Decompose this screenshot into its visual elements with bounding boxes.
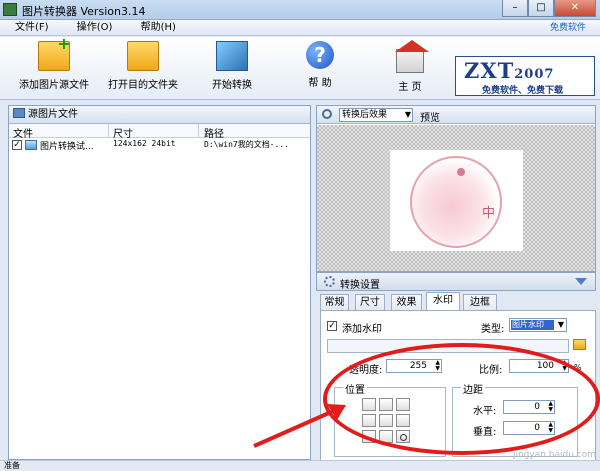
collapse-arrow-icon[interactable]: [575, 278, 587, 285]
help-label: 帮 助: [308, 78, 332, 89]
maximize-button[interactable]: □: [528, 0, 554, 17]
home-button[interactable]: 主 页: [390, 40, 430, 93]
gear-icon: [324, 276, 335, 287]
moon-mark: [457, 168, 465, 176]
add-watermark-checkbox[interactable]: ✓: [327, 321, 337, 331]
tab-border[interactable]: 边框: [463, 294, 497, 311]
row-checkbox[interactable]: ✓: [12, 140, 22, 150]
image-icon: [13, 108, 25, 118]
menu-help[interactable]: 帮助(H): [141, 20, 176, 36]
logo-slogan: 免费软件、免费下载: [482, 86, 564, 96]
start-convert-label: 开始转换: [212, 80, 252, 91]
tab-general[interactable]: 常规: [320, 294, 349, 311]
logo-brand: ZXT: [464, 58, 515, 83]
row-file-path: D:\win7我的文档-...: [204, 140, 289, 149]
tab-watermark[interactable]: 水印: [426, 292, 460, 311]
watermark-type-select[interactable]: 图片水印 ▼: [509, 318, 567, 332]
row-file-size: 124x162 24bit: [113, 139, 176, 148]
app-icon: [3, 3, 17, 16]
minimize-button[interactable]: –: [502, 0, 528, 17]
file-row[interactable]: ✓ 图片转换试... 124x162 24bit D:\win7我的文档-...: [9, 138, 310, 152]
preview-mode-value: 转换后效果: [342, 110, 388, 120]
settings-header[interactable]: 转换设置: [316, 272, 596, 291]
start-convert-button[interactable]: 开始转换: [208, 41, 256, 91]
help-icon: ?: [306, 41, 334, 69]
preview-image: 中: [390, 150, 523, 251]
source-files-panel: 源图片文件 文件 尺寸 路径 ✓ 图片转换试... 124x162 24bit …: [8, 105, 311, 460]
site-watermark: jingyan.baidu.com: [512, 450, 596, 460]
magic-wand-icon: [216, 41, 248, 71]
folder-add-icon: [38, 41, 70, 71]
image-file-icon: [25, 140, 37, 150]
tab-effects[interactable]: 效果: [391, 294, 422, 311]
file-list-header: 文件 尺寸 路径: [9, 124, 310, 140]
chevron-down-icon: ▼: [557, 320, 564, 329]
status-bar: 准备: [0, 460, 600, 471]
preview-mode-select[interactable]: 转换后效果 ▼: [339, 108, 413, 122]
source-files-title: 源图片文件: [28, 109, 78, 120]
preview-label: 预览: [420, 113, 440, 124]
preview-canvas: 中: [317, 125, 595, 271]
type-label: 类型:: [481, 324, 505, 335]
source-files-header: 源图片文件: [9, 106, 310, 124]
status-text: 准备: [4, 461, 20, 470]
highlight-ellipse: [323, 343, 600, 455]
tab-size[interactable]: 尺寸: [355, 294, 385, 311]
open-dest-button[interactable]: 打开目的文件夹: [107, 41, 179, 91]
row-file-name: 图片转换试...: [40, 142, 94, 152]
chevron-down-icon: ▼: [404, 110, 411, 119]
add-watermark-label[interactable]: 添加水印: [342, 320, 382, 335]
window-title: 图片转换器 Version3.14: [22, 5, 146, 18]
browse-folder-icon[interactable]: [573, 339, 586, 350]
logo-year: 2007: [514, 67, 555, 82]
zoom-icon[interactable]: [322, 109, 332, 119]
open-dest-label: 打开目的文件夹: [108, 80, 178, 91]
zxt-logo[interactable]: ZXT2007 免费软件、免费下载: [455, 56, 595, 96]
settings-title: 转换设置: [340, 280, 380, 291]
folder-open-icon: [127, 41, 159, 71]
column-divider[interactable]: [108, 124, 109, 138]
add-source-label: 添加图片源文件: [19, 80, 89, 91]
title-bar: 图片转换器 Version3.14 – □ ✕: [0, 0, 600, 20]
menu-operate[interactable]: 操作(O): [77, 20, 113, 36]
watermark-type-value: 图片水印: [511, 320, 554, 330]
close-button[interactable]: ✕: [554, 0, 596, 17]
column-divider[interactable]: [198, 124, 199, 138]
preview-header: 转换后效果 ▼ 预览: [317, 106, 595, 124]
free-software-link[interactable]: 免费软件: [550, 20, 586, 36]
preview-panel: 转换后效果 ▼ 预览 中: [316, 105, 596, 272]
add-source-button[interactable]: 添加图片源文件: [18, 41, 90, 91]
seal-image: 中: [410, 156, 502, 248]
menu-bar: 文件(F) 操作(O) 帮助(H) 免费软件: [0, 20, 600, 36]
menu-file[interactable]: 文件(F): [15, 20, 49, 36]
seal-character: 中: [482, 206, 496, 221]
home-label: 主 页: [398, 82, 422, 93]
window-controls: – □ ✕: [502, 0, 596, 17]
home-icon: [395, 40, 429, 73]
help-button[interactable]: ? 帮 助: [300, 41, 340, 89]
